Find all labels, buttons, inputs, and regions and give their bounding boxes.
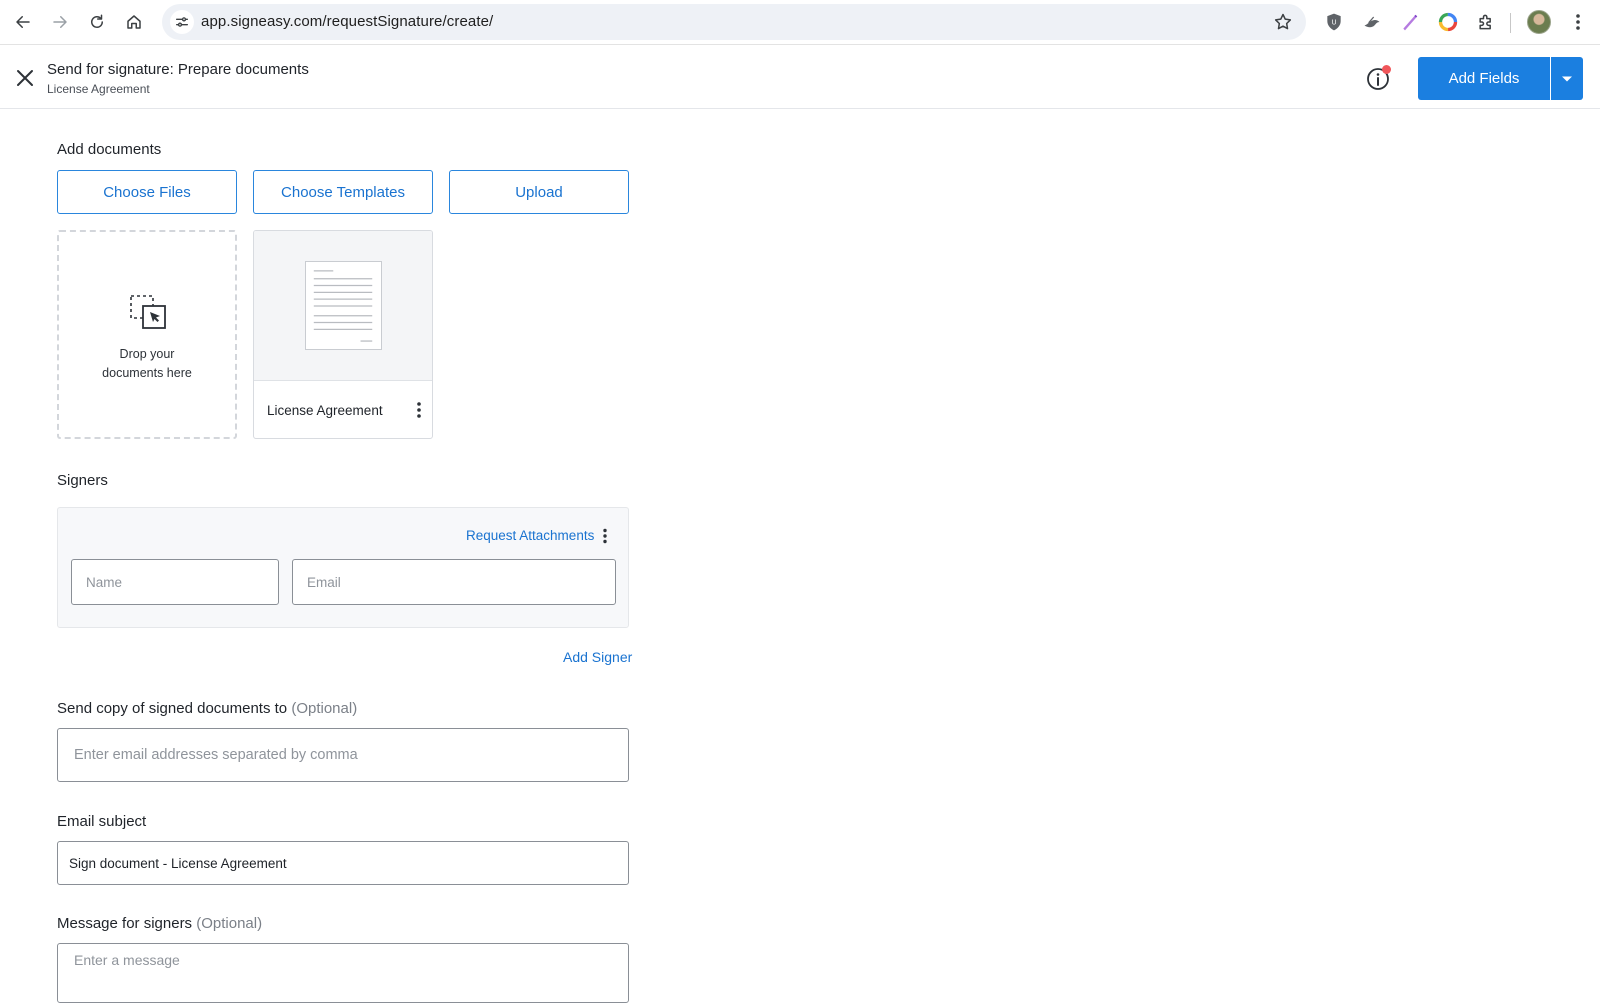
request-attachments-link[interactable]: Request Attachments [466, 528, 594, 543]
signer-card: Request Attachments [57, 507, 629, 628]
address-bar[interactable]: app.signeasy.com/requestSignature/create… [162, 4, 1306, 40]
document-drop-zone[interactable]: Drop your documents here [57, 230, 237, 439]
document-page-icon [305, 261, 382, 350]
color-wheel-extension-icon[interactable] [1436, 10, 1460, 34]
tune-icon [176, 17, 188, 27]
add-documents-label: Add documents [57, 141, 162, 158]
home-icon [127, 15, 141, 29]
document-card[interactable]: License Agreement [253, 230, 433, 439]
svg-text:U: U [1332, 19, 1337, 27]
site-info-button[interactable] [170, 10, 194, 34]
browser-menu-button[interactable] [1566, 10, 1590, 34]
puzzle-extensions-icon[interactable] [1474, 10, 1498, 34]
add-fields-dropdown-button[interactable] [1551, 57, 1583, 100]
document-thumbnail [254, 231, 432, 381]
signers-label: Signers [57, 472, 108, 489]
message-input[interactable] [57, 943, 629, 1003]
page-subtitle: License Agreement [47, 82, 150, 96]
caret-down-icon [1562, 76, 1572, 81]
email-subject-input[interactable] [57, 841, 629, 885]
reload-icon [91, 14, 103, 28]
message-label: Message for signers (Optional) [57, 915, 262, 932]
reload-button[interactable] [83, 8, 111, 36]
info-button[interactable] [1364, 65, 1392, 93]
app-header: Send for signature: Prepare documents Li… [0, 46, 1600, 109]
home-button[interactable] [120, 8, 148, 36]
upload-button[interactable]: Upload [449, 170, 629, 214]
optional-tag: (Optional) [291, 700, 358, 717]
arrow-right-icon [53, 16, 67, 28]
star-icon [1274, 13, 1292, 30]
close-button[interactable] [12, 65, 38, 91]
profile-avatar[interactable] [1527, 10, 1551, 34]
toolbar-divider [1510, 13, 1511, 33]
choose-files-button[interactable]: Choose Files [57, 170, 237, 214]
more-vert-icon [1576, 14, 1580, 30]
copy-to-label: Send copy of signed documents to (Option… [57, 700, 357, 717]
arrow-left-icon [16, 16, 30, 28]
browser-toolbar: app.signeasy.com/requestSignature/create… [0, 0, 1600, 45]
signer-email-input[interactable] [292, 559, 616, 605]
document-menu-button[interactable] [412, 399, 426, 421]
pen-extension-icon[interactable] [1398, 10, 1422, 34]
bookmark-button[interactable] [1272, 11, 1294, 33]
signer-menu-button[interactable] [598, 526, 612, 546]
close-icon [17, 70, 33, 86]
drag-drop-icon [130, 295, 166, 329]
more-vert-icon [417, 402, 421, 418]
add-signer-link[interactable]: Add Signer [563, 649, 632, 665]
add-fields-button[interactable]: Add Fields [1418, 57, 1550, 100]
copy-emails-input[interactable] [57, 728, 629, 782]
email-subject-label: Email subject [57, 813, 147, 830]
optional-tag: (Optional) [196, 915, 263, 932]
message-label-text: Message for signers [57, 915, 193, 932]
shield-extension-icon[interactable]: U [1322, 10, 1346, 34]
url-text[interactable]: app.signeasy.com/requestSignature/create… [201, 13, 493, 30]
copy-to-label-text: Send copy of signed documents to [57, 700, 288, 717]
document-name: License Agreement [267, 403, 383, 418]
bird-extension-icon[interactable] [1360, 10, 1384, 34]
page-title: Send for signature: Prepare documents [47, 61, 309, 78]
more-vert-icon [603, 528, 607, 544]
forward-button[interactable] [46, 8, 74, 36]
drop-zone-text: Drop your documents here [102, 347, 192, 380]
notification-dot [1382, 65, 1391, 74]
back-button[interactable] [9, 8, 37, 36]
choose-templates-button[interactable]: Choose Templates [253, 170, 433, 214]
signer-name-input[interactable] [71, 559, 279, 605]
